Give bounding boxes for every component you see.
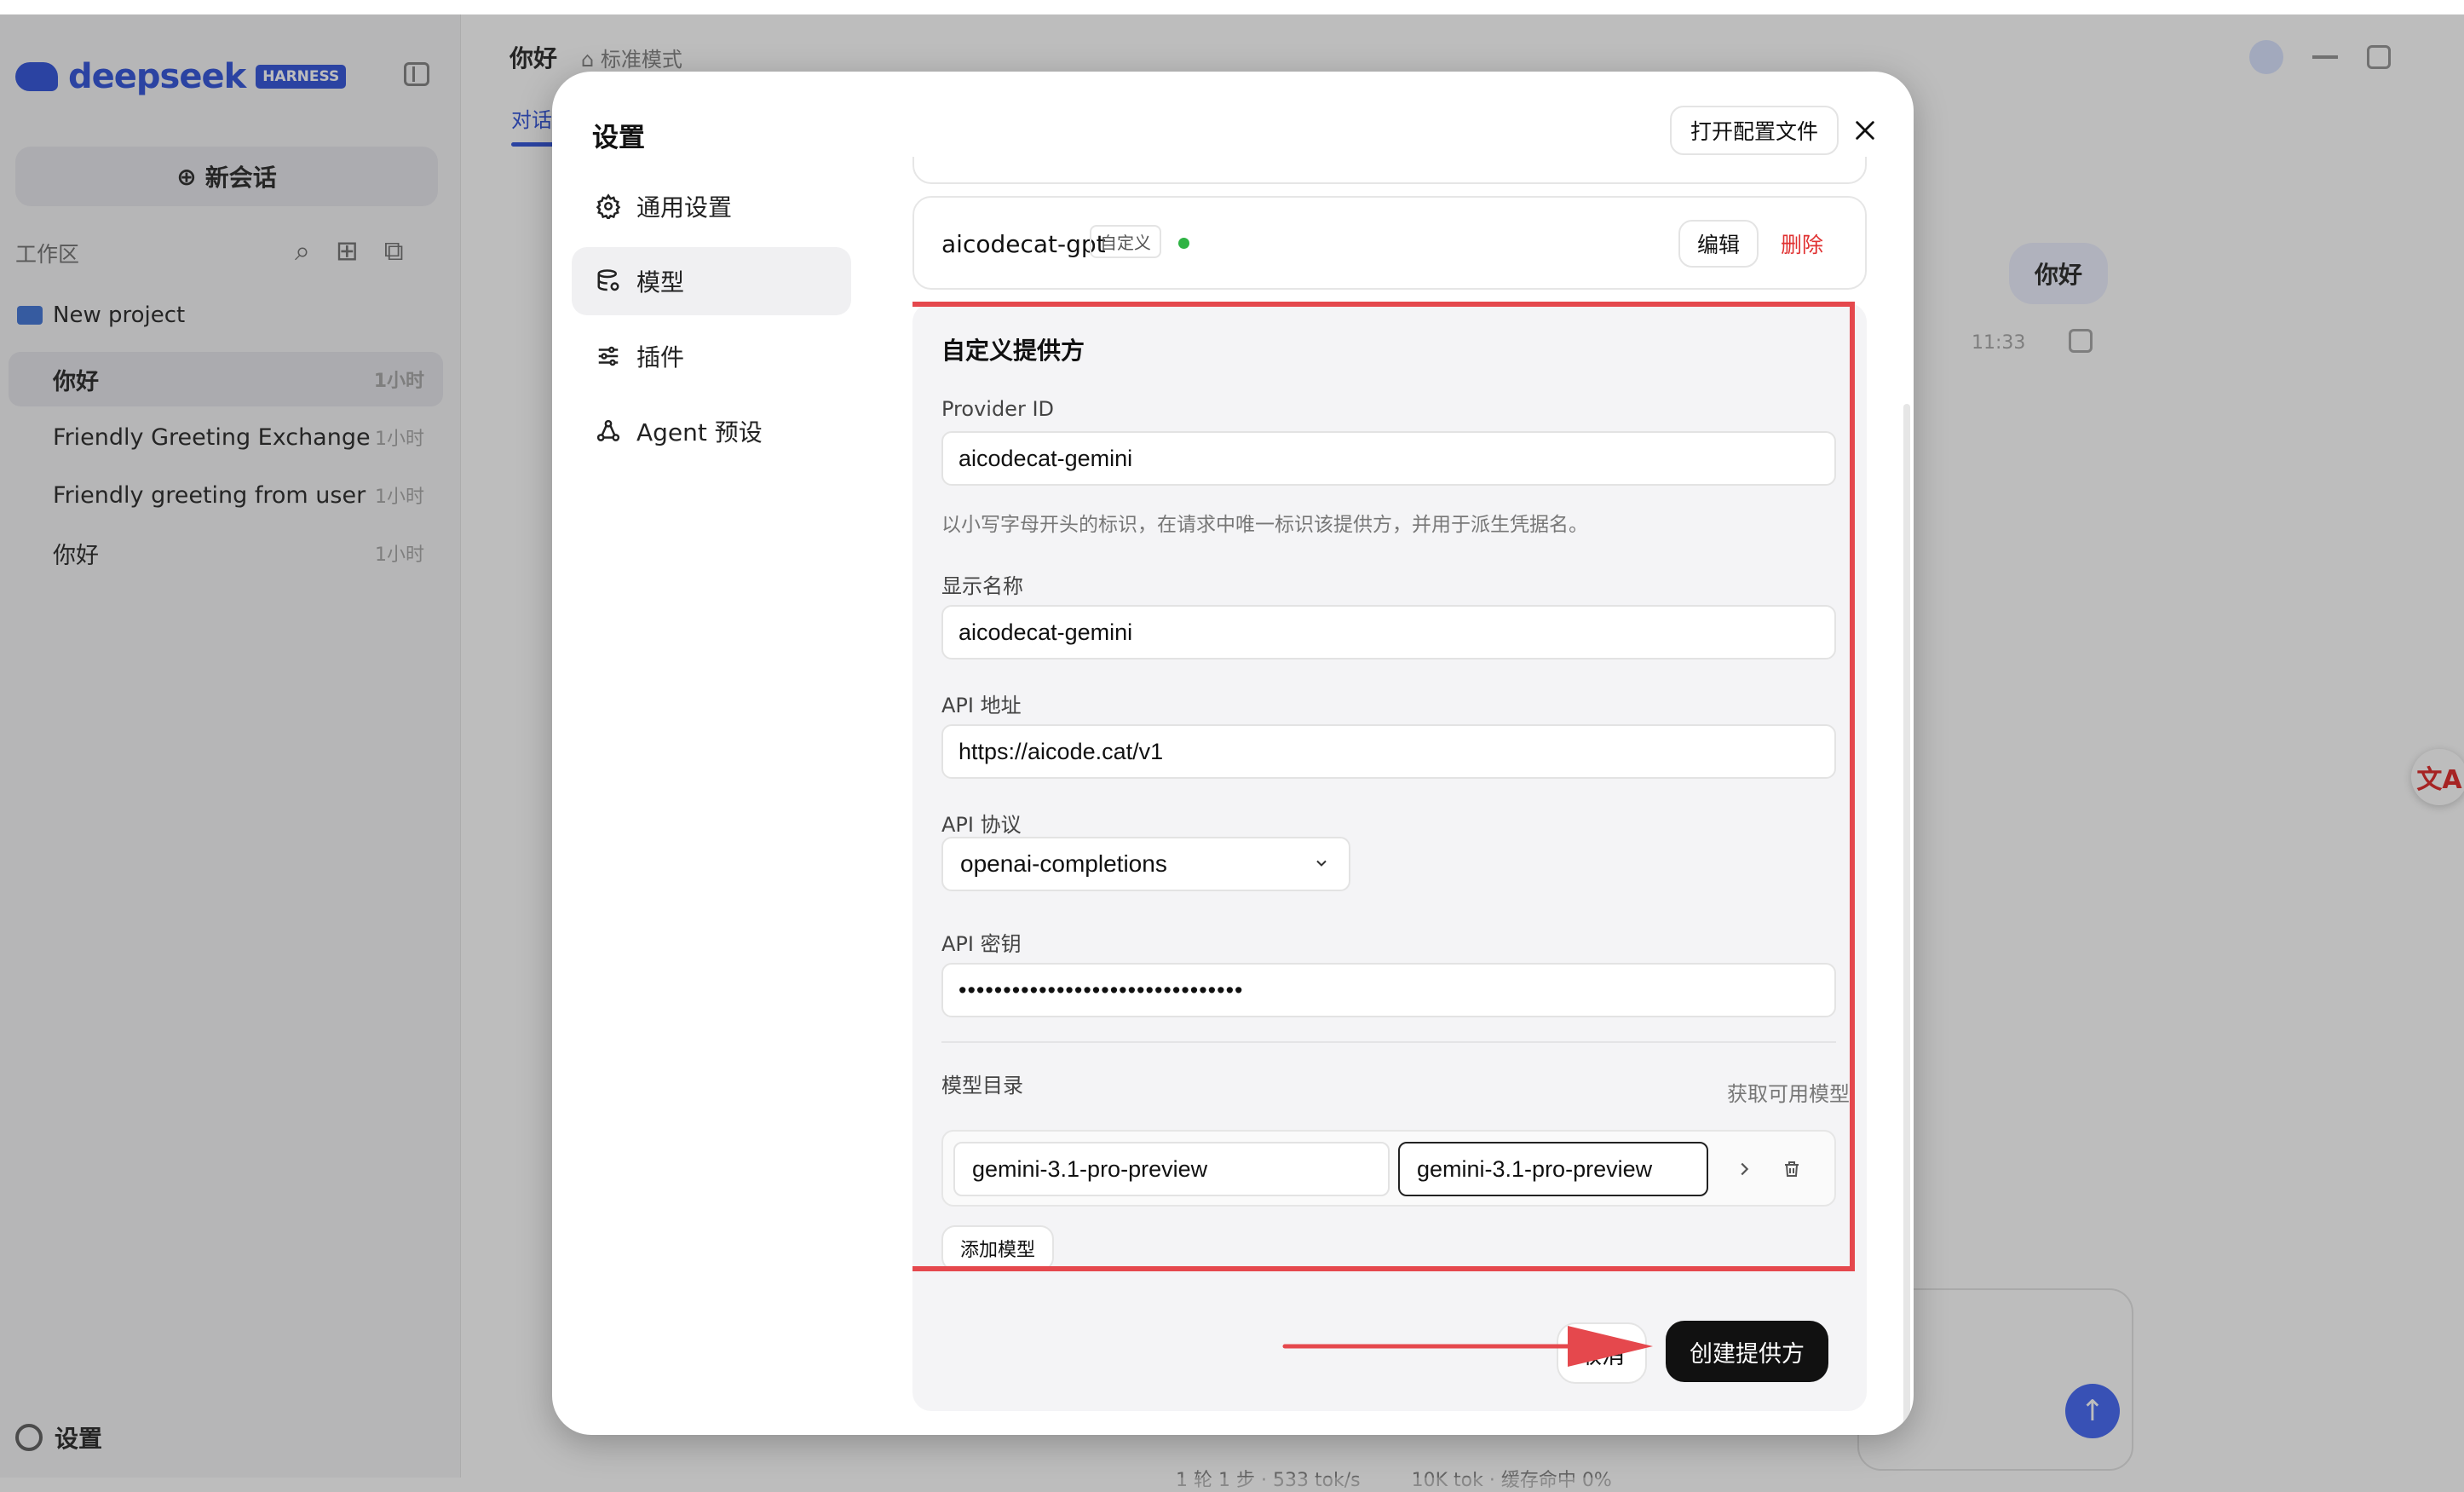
api-protocol-label: API 协议 (941, 813, 1022, 837)
api-key-input[interactable] (941, 963, 1836, 1017)
api-key-label: API 密钥 (941, 932, 1022, 956)
display-name-label: 显示名称 (941, 574, 1023, 598)
arrow-head (1568, 1326, 1653, 1367)
divider (941, 1041, 1836, 1043)
agent-icon (594, 417, 623, 446)
nav-item-plugins[interactable]: 插件 (572, 322, 851, 390)
provider-id-hint: 以小写字母开头的标识，在请求中唯一标识该提供方，并用于派生凭据名。 (941, 514, 1588, 536)
nav-item-label: 通用设置 (636, 193, 733, 222)
model-row (941, 1130, 1836, 1207)
api-protocol-value: openai-completions (960, 850, 1167, 877)
delete-provider-button[interactable]: 删除 (1769, 220, 1835, 268)
models-content: aicodecat-gpt 自定义 编辑 删除 自定义提供方 Provider … (912, 157, 1867, 1435)
api-url-label: API 地址 (941, 694, 1022, 717)
nav-item-general[interactable]: 通用设置 (572, 172, 851, 240)
open-config-button[interactable]: 打开配置文件 (1670, 106, 1839, 155)
nav-item-label: Agent 预设 (636, 418, 763, 446)
scrollbar[interactable] (1903, 404, 1910, 1426)
fetch-models-button[interactable]: 获取可用模型 (1727, 1077, 1850, 1107)
status-dot (1178, 238, 1189, 249)
window-top-strip (0, 0, 2464, 14)
sliders-icon (594, 342, 623, 371)
dialog-title: 设置 (592, 123, 645, 153)
chevron-down-icon (1313, 850, 1330, 878)
close-icon[interactable] (1847, 112, 1883, 148)
model-catalog-label: 模型目录 (941, 1074, 1023, 1097)
provider-card: aicodecat-gpt 自定义 编辑 删除 (912, 196, 1867, 290)
model-id-input[interactable] (953, 1142, 1390, 1196)
provider-tag: 自定义 (1090, 225, 1161, 258)
edit-provider-button[interactable]: 编辑 (1678, 220, 1759, 268)
nav-item-models[interactable]: 模型 (572, 247, 851, 315)
api-url-input[interactable] (941, 724, 1836, 779)
form-section-title: 自定义提供方 (941, 337, 1085, 365)
settings-dialog: 设置 通用设置 模型 插件 Agent 预设 打开配置文件 aicodecat-… (552, 72, 1914, 1435)
provider-id-input[interactable] (941, 431, 1836, 486)
model-name-input[interactable] (1398, 1142, 1708, 1196)
display-name-input[interactable] (941, 605, 1836, 660)
provider-card-partial (912, 157, 1867, 184)
nav-item-label: 模型 (636, 268, 685, 297)
create-provider-button[interactable]: 创建提供方 (1666, 1321, 1828, 1382)
custom-provider-form: 自定义提供方 Provider ID 以小写字母开头的标识，在请求中唯一标识该提… (912, 302, 1867, 1411)
nav-item-agent-presets[interactable]: Agent 预设 (572, 397, 851, 465)
settings-nav: 通用设置 模型 插件 Agent 预设 (572, 172, 851, 472)
chevron-right-icon[interactable] (1724, 1149, 1765, 1190)
database-icon (594, 267, 623, 296)
provider-name: aicodecat-gpt (941, 230, 1106, 258)
gear-icon (594, 192, 623, 221)
annotation-arrow (1282, 1326, 1653, 1367)
nav-item-label: 插件 (636, 343, 685, 372)
provider-id-label: Provider ID (941, 397, 1054, 421)
api-protocol-select[interactable]: openai-completions (941, 837, 1350, 891)
add-model-button[interactable]: 添加模型 (941, 1225, 1055, 1271)
trash-icon[interactable] (1773, 1150, 1811, 1188)
